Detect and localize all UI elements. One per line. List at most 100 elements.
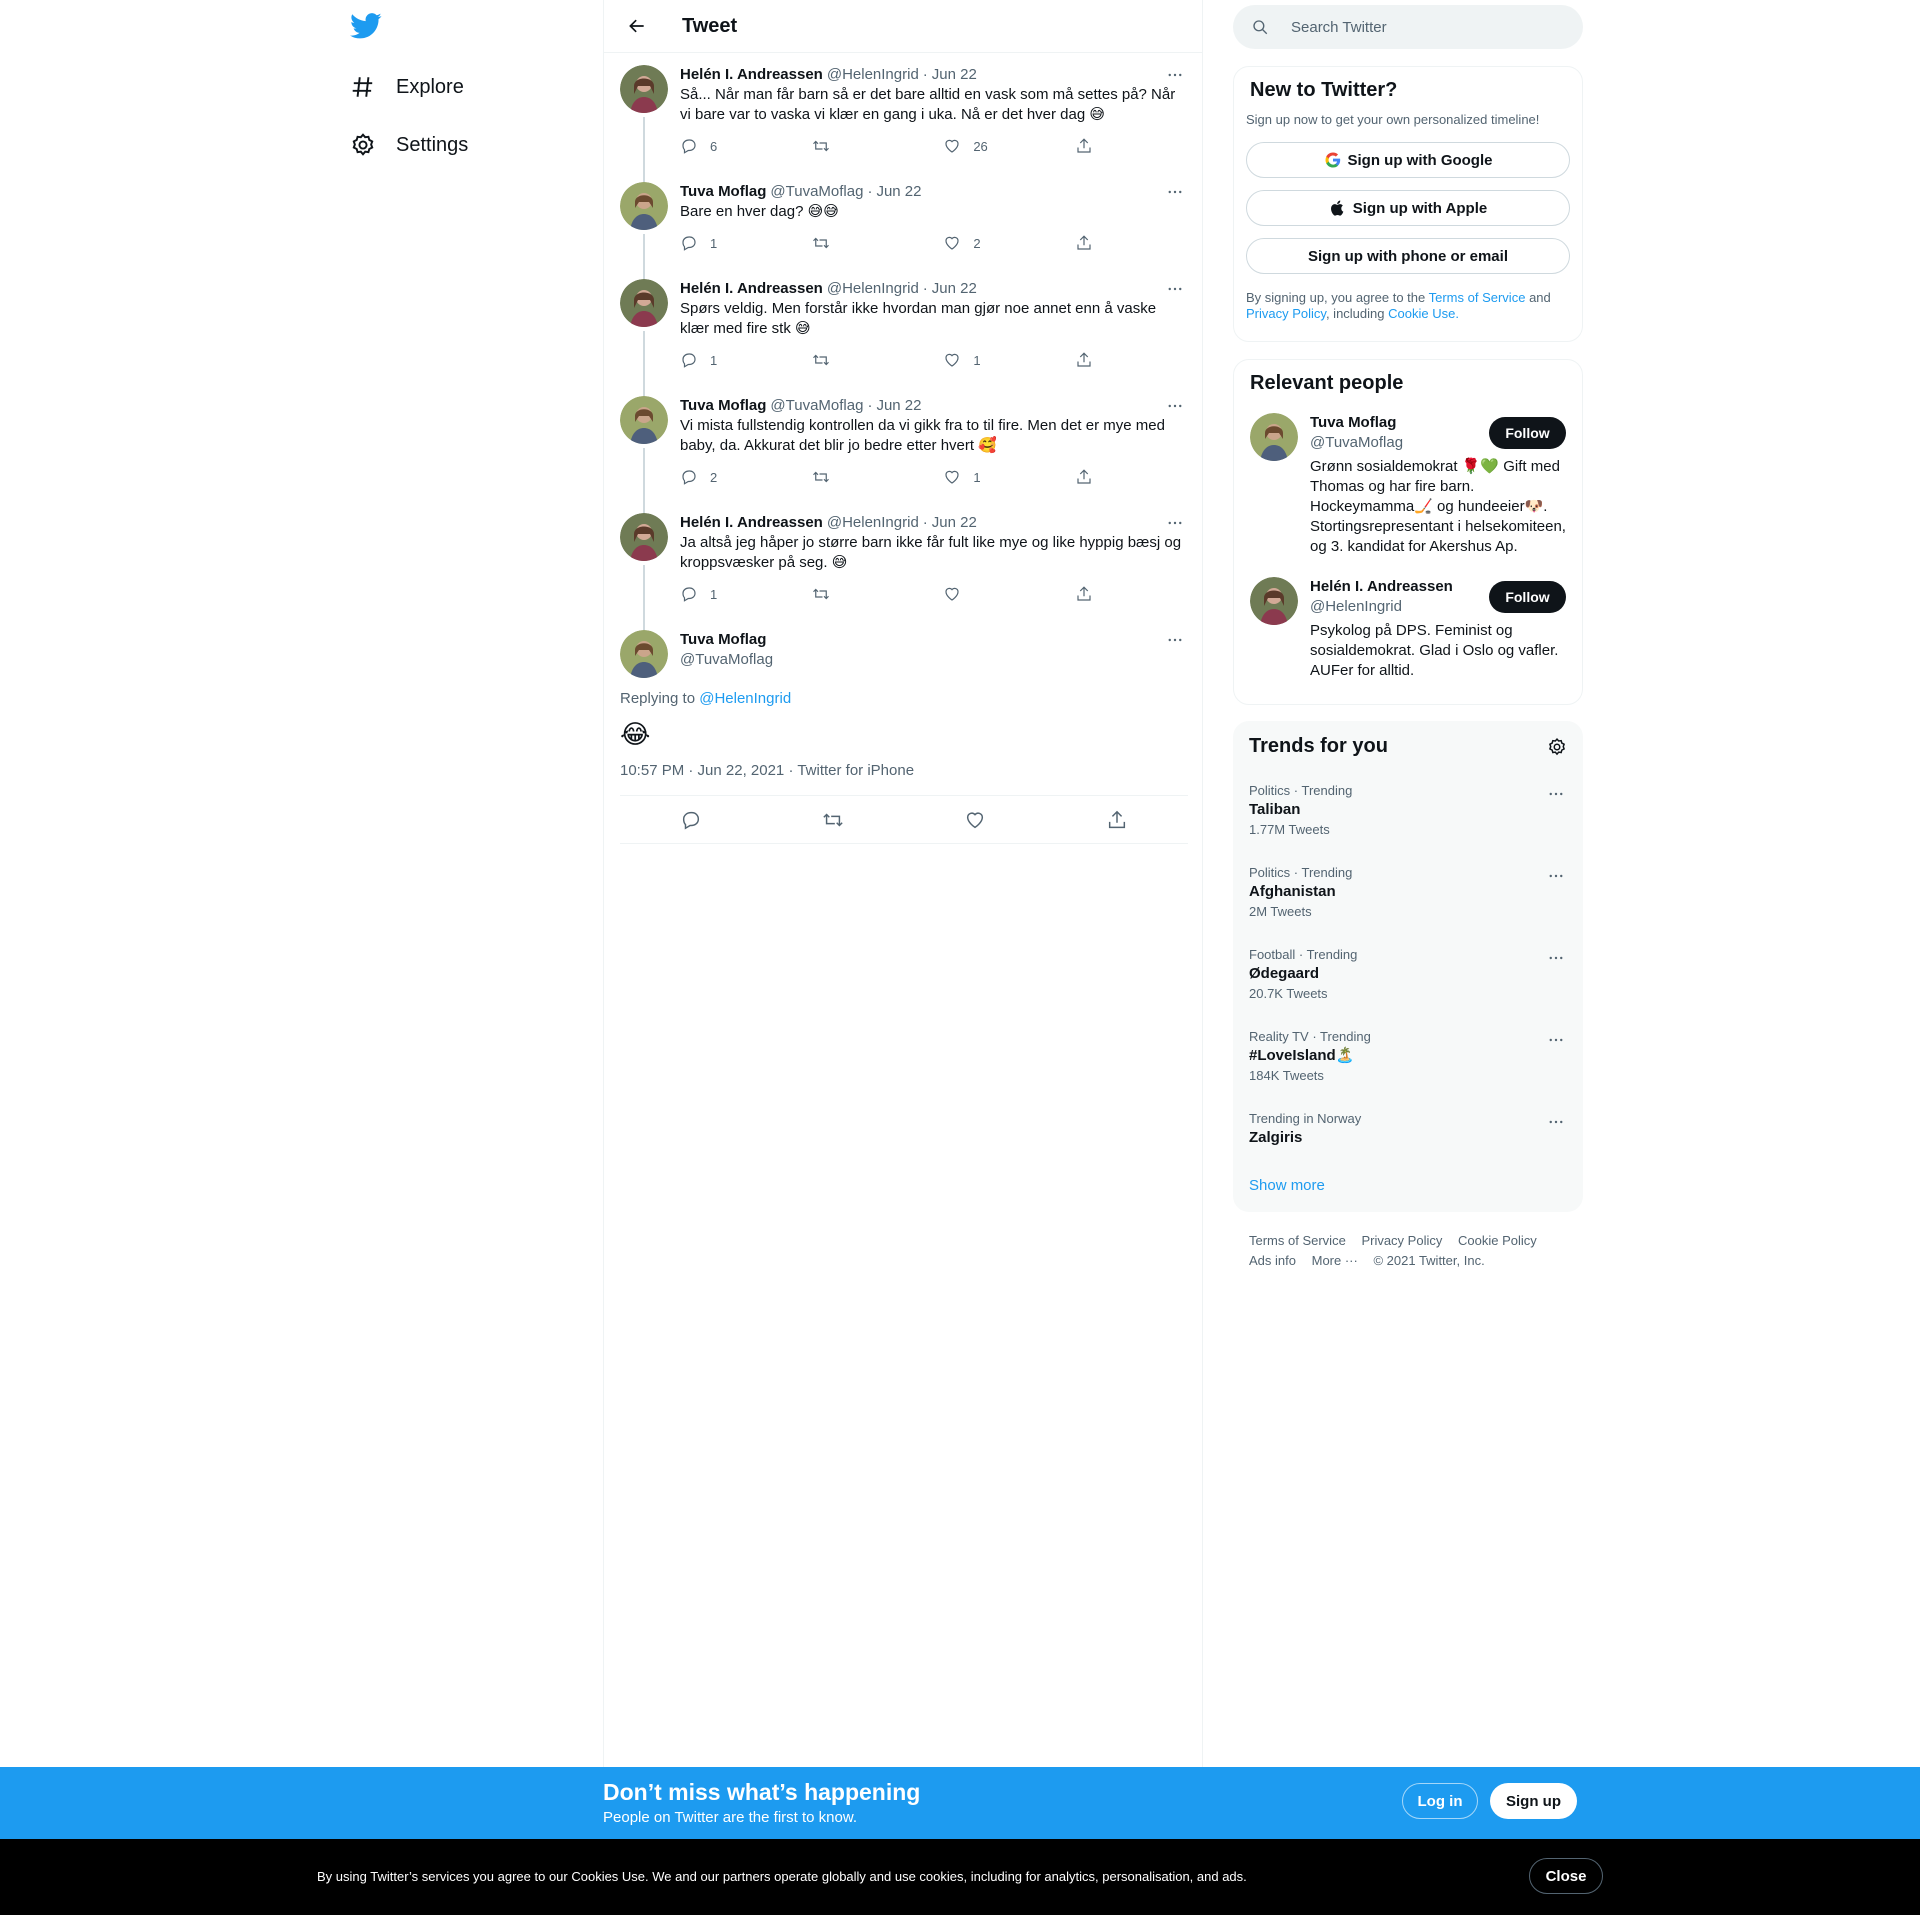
more-button[interactable] bbox=[1164, 279, 1186, 299]
like-button[interactable] bbox=[943, 585, 1003, 603]
thread-tweet[interactable]: Helén I. Andreassen @HelenIngrid · Jun 2… bbox=[604, 267, 1202, 396]
avatar[interactable] bbox=[620, 513, 668, 561]
like-button[interactable]: 26 bbox=[943, 137, 1003, 155]
more-dots-icon[interactable] bbox=[1547, 867, 1567, 887]
close-button[interactable]: Close bbox=[1529, 1858, 1603, 1894]
share-button[interactable] bbox=[1075, 137, 1105, 155]
author-handle[interactable]: @TuvaMoflag bbox=[770, 182, 863, 202]
author-handle[interactable]: @TuvaMoflag bbox=[680, 650, 1186, 670]
gear-icon[interactable] bbox=[1547, 737, 1567, 757]
trend-item[interactable]: Politics · Trending Taliban 1.77M Tweets bbox=[1249, 783, 1567, 839]
trend-item[interactable]: Politics · Trending Afghanistan 2M Tweet… bbox=[1249, 865, 1567, 921]
author-handle[interactable]: @HelenIngrid bbox=[827, 513, 919, 533]
tweet-meta[interactable]: 10:57 PM · Jun 22, 2021 · Twitter for iP… bbox=[620, 762, 1188, 796]
person-item[interactable]: Tuva Moflag @TuvaMoflag Follow Grønn sos… bbox=[1250, 413, 1566, 557]
avatar[interactable] bbox=[620, 182, 668, 230]
avatar[interactable] bbox=[620, 630, 668, 678]
more-dots-icon bbox=[1168, 287, 1182, 291]
follow-button[interactable]: Follow bbox=[1489, 581, 1566, 613]
reply-button[interactable]: 6 bbox=[680, 137, 740, 155]
tweet-date[interactable]: Jun 22 bbox=[932, 279, 977, 299]
tweet-date[interactable]: Jun 22 bbox=[876, 396, 921, 416]
author-name[interactable]: Tuva Moflag bbox=[680, 630, 1186, 650]
more-button[interactable] bbox=[1164, 65, 1186, 85]
avatar[interactable] bbox=[620, 65, 668, 113]
thread-tweet[interactable]: Tuva Moflag @TuvaMoflag · Jun 22 Vi mist… bbox=[604, 384, 1202, 513]
signup-phone-button[interactable]: Sign up with phone or email bbox=[1246, 238, 1570, 274]
thread-tweet[interactable]: Helén I. Andreassen @HelenIngrid · Jun 2… bbox=[604, 501, 1202, 630]
tweet-date[interactable]: Jun 22 bbox=[932, 513, 977, 533]
trend-item[interactable]: Reality TV · Trending #LoveIsland🏝️ 184K… bbox=[1249, 1029, 1567, 1085]
trend-item[interactable]: Football · Trending Ødegaard 20.7K Tweet… bbox=[1249, 947, 1567, 1003]
footer-link[interactable]: More ··· bbox=[1312, 1253, 1358, 1268]
reply-button[interactable]: 2 bbox=[680, 468, 740, 486]
more-button[interactable] bbox=[1164, 182, 1186, 202]
signup-button[interactable]: Sign up bbox=[1490, 1783, 1577, 1819]
back-button[interactable] bbox=[620, 9, 654, 43]
privacy-link[interactable]: Privacy Policy bbox=[1246, 306, 1326, 321]
twitter-bird-icon[interactable] bbox=[350, 10, 382, 42]
author-name[interactable]: Tuva Moflag bbox=[680, 182, 766, 202]
retweet-button[interactable] bbox=[812, 137, 872, 155]
replying-to-link[interactable]: @HelenIngrid bbox=[699, 690, 791, 707]
author-name[interactable]: Helén I. Andreassen bbox=[680, 65, 823, 85]
reply-button[interactable]: 1 bbox=[680, 351, 740, 369]
more-dots-icon[interactable] bbox=[1547, 1031, 1567, 1051]
heart-icon[interactable] bbox=[964, 809, 986, 831]
terms-link[interactable]: Terms of Service bbox=[1429, 290, 1526, 305]
card-title: Relevant people bbox=[1250, 372, 1404, 394]
tweet-date[interactable]: Jun 22 bbox=[932, 65, 977, 85]
more-button[interactable] bbox=[1164, 513, 1186, 533]
reply-button[interactable]: 1 bbox=[680, 585, 740, 603]
author-handle[interactable]: @HelenIngrid bbox=[827, 279, 919, 299]
reply-icon[interactable] bbox=[680, 809, 702, 831]
more-dots-icon[interactable] bbox=[1547, 949, 1567, 969]
like-button[interactable]: 1 bbox=[943, 351, 1003, 369]
show-more-link[interactable]: Show more bbox=[1249, 1177, 1325, 1194]
share-button[interactable] bbox=[1075, 468, 1105, 486]
author-name[interactable]: Helén I. Andreassen bbox=[680, 513, 823, 533]
share-button[interactable] bbox=[1075, 585, 1105, 603]
thread-tweet[interactable]: Tuva Moflag @TuvaMoflag · Jun 22 Bare en… bbox=[604, 170, 1202, 279]
avatar[interactable] bbox=[620, 279, 668, 327]
author-name[interactable]: Tuva Moflag bbox=[680, 396, 766, 416]
nav-settings[interactable]: Settings bbox=[350, 123, 468, 167]
trend-item[interactable]: Trending in Norway Zalgiris bbox=[1249, 1111, 1567, 1149]
author-handle[interactable]: @TuvaMoflag bbox=[770, 396, 863, 416]
more-button[interactable] bbox=[1164, 630, 1186, 650]
more-button[interactable] bbox=[1164, 396, 1186, 416]
share-button[interactable] bbox=[1075, 234, 1105, 252]
avatar[interactable] bbox=[1250, 413, 1298, 461]
like-button[interactable]: 2 bbox=[943, 234, 1003, 252]
thread-tweet[interactable]: Helén I. Andreassen @HelenIngrid · Jun 2… bbox=[604, 53, 1202, 182]
author-name[interactable]: Helén I. Andreassen bbox=[680, 279, 823, 299]
signup-apple-button[interactable]: Sign up with Apple bbox=[1246, 190, 1570, 226]
cookie-link[interactable]: Cookie Use. bbox=[1388, 306, 1459, 321]
author-handle[interactable]: @HelenIngrid bbox=[827, 65, 919, 85]
avatar[interactable] bbox=[1250, 577, 1298, 625]
search-bar[interactable]: Search Twitter bbox=[1233, 5, 1583, 49]
retweet-button[interactable] bbox=[812, 585, 872, 603]
retweet-icon[interactable] bbox=[822, 809, 844, 831]
search-input[interactable]: Search Twitter bbox=[1291, 19, 1387, 36]
login-button[interactable]: Log in bbox=[1402, 1783, 1478, 1819]
footer-link[interactable]: Cookie Policy bbox=[1458, 1233, 1537, 1248]
nav-explore[interactable]: Explore bbox=[350, 65, 464, 109]
signup-google-button[interactable]: Sign up with Google bbox=[1246, 142, 1570, 178]
share-icon[interactable] bbox=[1106, 809, 1128, 831]
avatar[interactable] bbox=[620, 396, 668, 444]
more-dots-icon[interactable] bbox=[1547, 785, 1567, 805]
retweet-button[interactable] bbox=[812, 234, 872, 252]
tweet-date[interactable]: Jun 22 bbox=[876, 182, 921, 202]
reply-button[interactable]: 1 bbox=[680, 234, 740, 252]
footer-link[interactable]: Privacy Policy bbox=[1361, 1233, 1442, 1248]
follow-button[interactable]: Follow bbox=[1489, 417, 1566, 449]
footer-link[interactable]: Ads info bbox=[1249, 1253, 1296, 1268]
retweet-button[interactable] bbox=[812, 468, 872, 486]
more-dots-icon[interactable] bbox=[1547, 1113, 1567, 1133]
retweet-button[interactable] bbox=[812, 351, 872, 369]
person-item[interactable]: Helén I. Andreassen @HelenIngrid Follow … bbox=[1250, 577, 1566, 681]
footer-link[interactable]: Terms of Service bbox=[1249, 1233, 1346, 1248]
like-button[interactable]: 1 bbox=[943, 468, 1003, 486]
share-button[interactable] bbox=[1075, 351, 1105, 369]
